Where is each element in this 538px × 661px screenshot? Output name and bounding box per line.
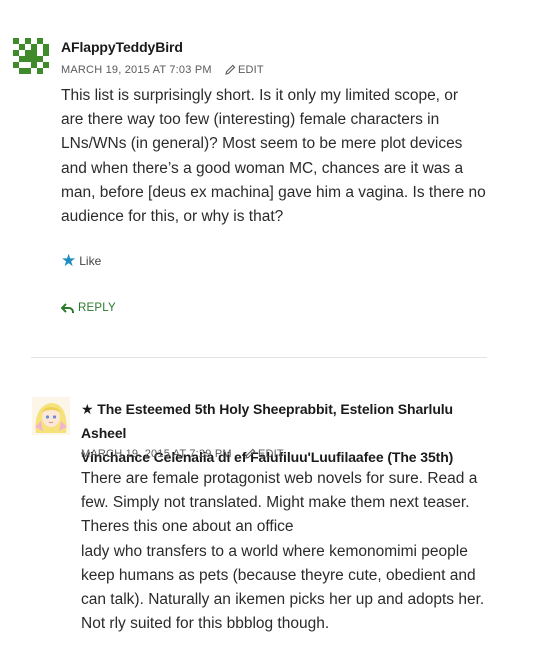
edit-link[interactable]: EDIT <box>245 448 284 460</box>
comment-line: Not rly suited for this bbblog though. <box>81 615 330 633</box>
comment-line: There are female protagonist web novels … <box>81 470 478 487</box>
comment-line: audience for this, or why is that? <box>61 208 284 226</box>
reply-arrow-icon <box>61 302 74 313</box>
comment-body: There are female protagonist web novels … <box>81 467 511 636</box>
pencil-icon <box>245 448 256 459</box>
edit-label: EDIT <box>257 448 284 460</box>
identicon-avatar-image <box>13 38 49 74</box>
avatar[interactable] <box>32 397 70 435</box>
pencil-icon <box>225 64 236 75</box>
comment-line: keep humans as pets (because theyre cute… <box>81 566 476 584</box>
comment-line: few. Simply not translated. Might make t… <box>81 494 470 512</box>
author-line: ★ The Esteemed 5th Holy Sheeprabbit, Est… <box>81 401 454 441</box>
comment-line: and when there’s a good woman MC, chance… <box>61 159 464 177</box>
comment-line: Theres this one about an office <box>81 518 294 536</box>
edit-label: EDIT <box>237 64 264 76</box>
reply-link[interactable]: REPLY <box>61 302 116 314</box>
comment-date[interactable]: MARCH 19, 2015 AT 7:29 PM <box>81 448 232 460</box>
comment-body: This list is surprisingly short. Is it o… <box>61 84 501 229</box>
comment-meta: MARCH 19, 2015 AT 7:03 PM EDIT <box>61 64 264 76</box>
like-label: Like <box>79 253 102 268</box>
anime-avatar-image <box>32 397 70 435</box>
comment-line: man, before [deus ex machina] gave him a… <box>61 183 486 201</box>
comment-line: are there way too few (interesting) fema… <box>61 111 440 129</box>
comment-meta: MARCH 19, 2015 AT 7:29 PM EDIT <box>81 448 284 460</box>
star-icon: ★ <box>61 251 77 270</box>
comment-line: can talk). Naturally an ikemen picks her… <box>81 591 485 609</box>
comment-line: lady who transfers to a world where kemo… <box>81 542 468 560</box>
comment-divider <box>31 357 487 358</box>
comment-line: LNs/WNs (in general)? Most seem to be me… <box>61 135 463 153</box>
avatar[interactable] <box>13 38 49 74</box>
like-button[interactable]: ★ Like <box>61 252 101 269</box>
comment-line: This list is surprisingly short. Is it o… <box>61 87 459 104</box>
comment-author[interactable]: AFlappyTeddyBird <box>61 39 183 55</box>
comment-date[interactable]: MARCH 19, 2015 AT 7:03 PM <box>61 64 212 76</box>
edit-link[interactable]: EDIT <box>225 64 264 76</box>
reply-label: REPLY <box>78 302 116 314</box>
